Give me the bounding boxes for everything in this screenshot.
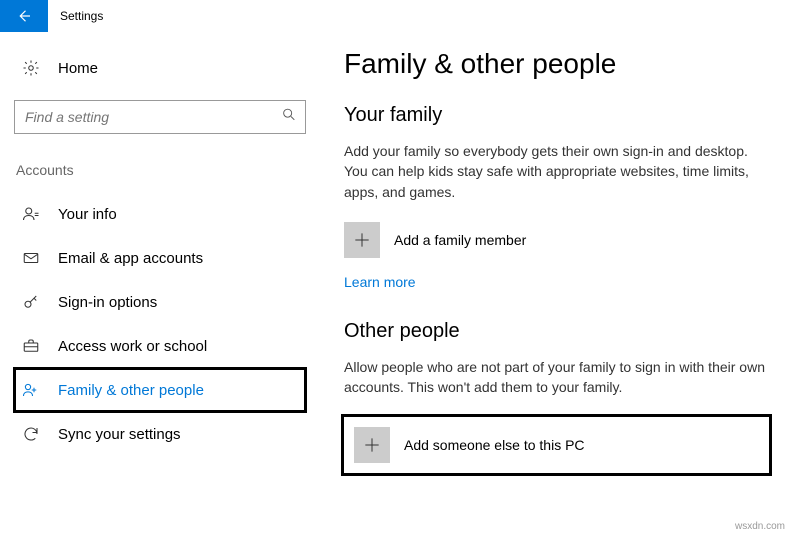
search-input[interactable] <box>15 101 305 133</box>
mail-icon <box>20 249 42 267</box>
sidebar-item-label: Sign-in options <box>58 294 157 311</box>
people-icon <box>20 381 42 399</box>
sidebar: Home Accounts Your info Email & app acco… <box>0 48 320 473</box>
nav-home-label: Home <box>58 60 98 77</box>
arrow-left-icon <box>15 7 33 25</box>
page-title: Family & other people <box>344 48 769 80</box>
sidebar-item-label: Email & app accounts <box>58 250 203 267</box>
sidebar-item-label: Family & other people <box>58 382 204 399</box>
add-someone-else-button[interactable]: Add someone else to this PC <box>344 417 769 473</box>
gear-icon <box>20 59 42 77</box>
sidebar-item-label: Your info <box>58 206 117 223</box>
sync-icon <box>20 425 42 443</box>
sidebar-item-family[interactable]: Family & other people <box>14 368 306 412</box>
sidebar-item-label: Sync your settings <box>58 426 181 443</box>
sidebar-item-email[interactable]: Email & app accounts <box>14 236 306 280</box>
plus-icon <box>344 222 380 258</box>
person-icon <box>20 205 42 223</box>
key-icon <box>20 293 42 311</box>
sidebar-item-sync[interactable]: Sync your settings <box>14 412 306 456</box>
sidebar-section-heading: Accounts <box>14 162 306 178</box>
briefcase-icon <box>20 337 42 355</box>
window-title: Settings <box>48 9 103 23</box>
add-family-member-button[interactable]: Add a family member <box>344 222 769 258</box>
add-someone-else-label: Add someone else to this PC <box>404 437 585 453</box>
plus-icon <box>354 427 390 463</box>
sidebar-item-signin[interactable]: Sign-in options <box>14 280 306 324</box>
titlebar: Settings <box>0 0 789 32</box>
other-people-description: Allow people who are not part of your fa… <box>344 357 769 398</box>
learn-more-link[interactable]: Learn more <box>344 274 416 290</box>
family-heading: Your family <box>344 104 769 127</box>
back-button[interactable] <box>0 0 48 32</box>
search-icon <box>281 107 297 128</box>
sidebar-item-work-school[interactable]: Access work or school <box>14 324 306 368</box>
other-people-heading: Other people <box>344 320 769 343</box>
search-box[interactable] <box>14 100 306 134</box>
content-pane: Family & other people Your family Add yo… <box>320 48 789 473</box>
family-description: Add your family so everybody gets their … <box>344 141 769 202</box>
nav-home[interactable]: Home <box>14 48 306 88</box>
sidebar-item-label: Access work or school <box>58 338 207 355</box>
watermark: wsxdn.com <box>735 521 785 532</box>
sidebar-nav: Your info Email & app accounts Sign-in o… <box>14 192 306 456</box>
add-family-label: Add a family member <box>394 232 526 248</box>
sidebar-item-your-info[interactable]: Your info <box>14 192 306 236</box>
